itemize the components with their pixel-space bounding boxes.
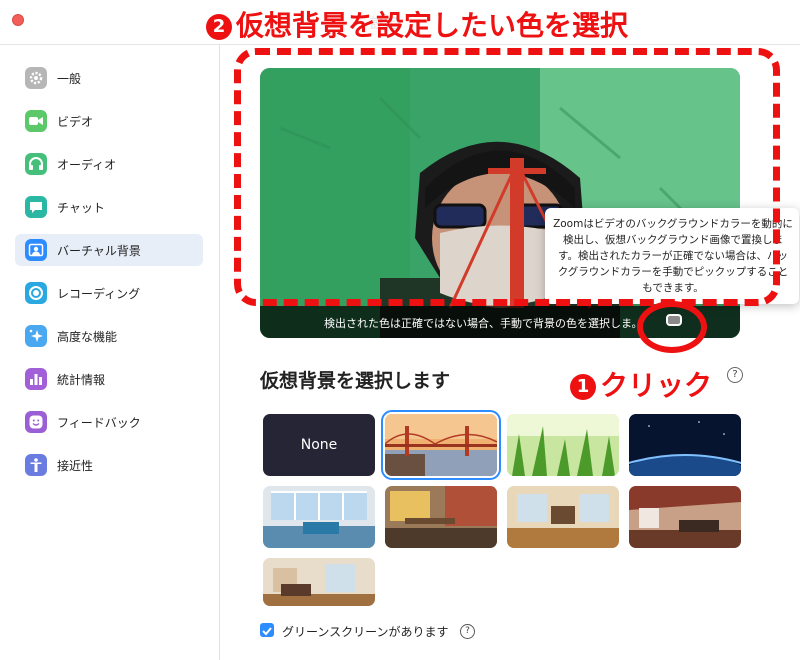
checkmark-icon	[262, 627, 272, 636]
sidebar-item-video[interactable]: ビデオ	[15, 105, 203, 137]
chat-bubble-icon	[25, 196, 47, 218]
background-thumb-living-room[interactable]	[507, 486, 619, 548]
background-thumb-earth[interactable]	[629, 414, 741, 476]
sidebar-item-chat[interactable]: チャット	[15, 191, 203, 223]
sidebar-item-label: ビデオ	[57, 115, 94, 129]
help-icon[interactable]: ?	[460, 624, 475, 639]
background-thumb-bedroom[interactable]	[263, 558, 375, 606]
annotation-dashed-box	[234, 48, 780, 306]
sidebar-item-label: バーチャル背景	[57, 244, 141, 258]
color-detection-note: 検出された色は正確ではない場合、手動で背景の色を選択しま。	[324, 317, 643, 330]
sidebar-item-advanced[interactable]: 高度な機能	[15, 320, 203, 352]
sidebar-item-accessibility[interactable]: 接近性	[15, 449, 203, 481]
green-screen-label: グリーンスクリーンがあります	[282, 625, 449, 639]
sidebar-item-label: オーディオ	[57, 158, 117, 172]
green-screen-checkbox[interactable]	[260, 623, 274, 637]
step1-text: クリック	[600, 369, 713, 402]
sidebar-item-audio[interactable]: オーディオ	[15, 148, 203, 180]
sidebar-item-label: 統計情報	[57, 373, 106, 387]
sidebar-item-feedback[interactable]: フィードバック	[15, 406, 203, 438]
background-thumb-lounge[interactable]	[629, 486, 741, 548]
sidebar-item-label: フィードバック	[57, 416, 141, 430]
step2-number: 2	[206, 14, 232, 40]
record-icon	[25, 282, 47, 304]
none-label: None	[300, 437, 338, 453]
sidebar-item-general[interactable]: 一般	[15, 62, 203, 94]
settings-window: 設定 一般 ビデオ オーディオ チャット	[0, 0, 800, 660]
annotation-circle	[637, 301, 707, 353]
video-camera-icon	[25, 110, 47, 132]
sidebar-item-virtual-background[interactable]: バーチャル背景	[15, 234, 203, 266]
background-thumb-golden-gate[interactable]	[381, 410, 501, 480]
section-title: 仮想背景を選択します	[260, 370, 451, 392]
sidebar-item-statistics[interactable]: 統計情報	[15, 363, 203, 395]
sidebar-item-recording[interactable]: レコーディング	[15, 277, 203, 309]
help-icon[interactable]: ?	[727, 367, 743, 383]
step1-number: 1	[570, 374, 596, 400]
bar-chart-icon	[25, 368, 47, 390]
annotation-step2: 2 仮想背景を設定したい色を選択	[206, 4, 629, 42]
headphones-icon	[25, 153, 47, 175]
background-thumb-office[interactable]	[385, 486, 497, 548]
smiley-icon	[25, 411, 47, 433]
sidebar-item-label: 高度な機能	[57, 330, 118, 344]
accessibility-icon	[25, 454, 47, 476]
sidebar-item-label: レコーディング	[57, 287, 141, 301]
sidebar-item-label: 接近性	[57, 459, 94, 473]
background-thumb-grass[interactable]	[507, 414, 619, 476]
sparkle-icon	[25, 325, 47, 347]
background-thumb-none[interactable]: None	[263, 414, 375, 476]
annotation-step1: 1 クリック	[570, 364, 712, 404]
background-thumb-sunroom[interactable]	[263, 486, 375, 548]
close-window-button[interactable]	[12, 14, 24, 26]
sidebar-item-label: 一般	[57, 72, 82, 86]
step2-text: 仮想背景を設定したい色を選択	[236, 9, 629, 42]
person-frame-icon	[25, 239, 47, 261]
sidebar: 一般 ビデオ オーディオ チャット バーチャル背景 レコーディング 高度な機能 …	[0, 45, 220, 660]
sidebar-item-label: チャット	[57, 201, 105, 215]
gear-icon	[25, 67, 47, 89]
